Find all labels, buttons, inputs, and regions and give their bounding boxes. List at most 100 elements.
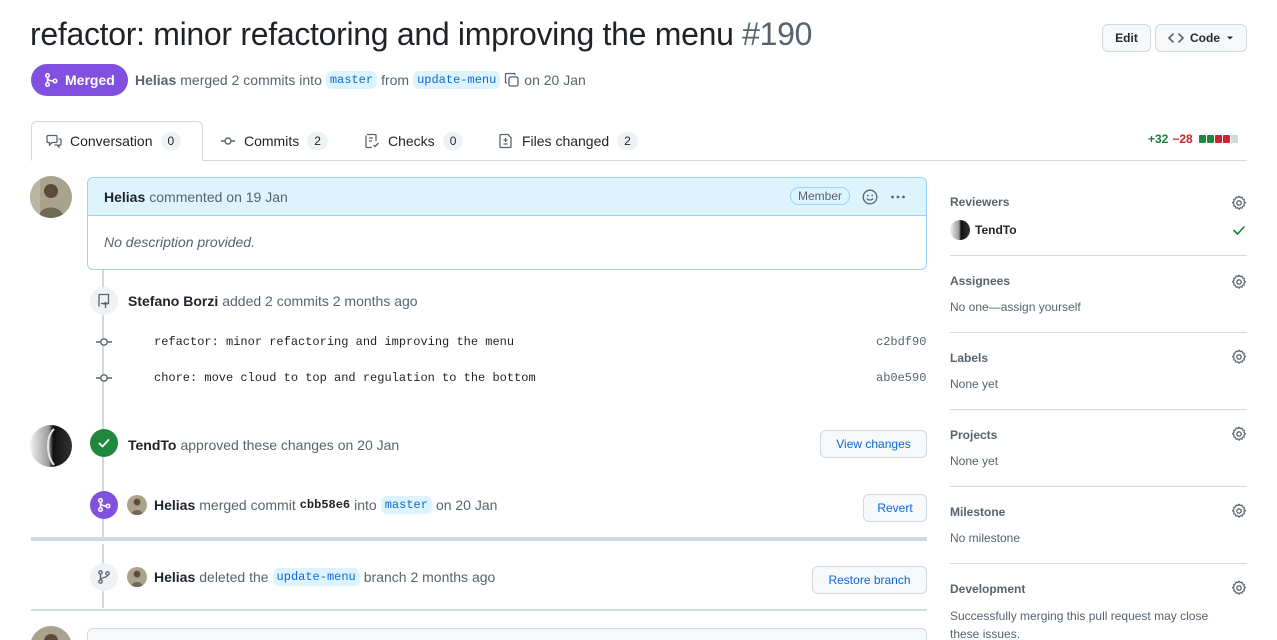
diffstat-block: [1206, 135, 1214, 143]
merged-text: merged 2 commits into: [180, 72, 322, 88]
delete-text: deleted the: [199, 569, 269, 585]
comment-body: No description provided.: [104, 234, 255, 250]
gear-icon[interactable]: [1231, 349, 1247, 365]
pr-number: #190: [742, 16, 813, 52]
commit-sha[interactable]: c2bdf90: [876, 335, 926, 349]
edit-button[interactable]: Edit: [1102, 24, 1151, 52]
tab-files-changed[interactable]: Files changed 2: [484, 121, 652, 161]
gear-icon[interactable]: [1231, 426, 1247, 442]
check-icon: [98, 439, 110, 448]
check-icon: [1233, 226, 1245, 235]
assignees-value[interactable]: No one—assign yourself: [950, 300, 1081, 314]
avatar-helias-small[interactable]: [127, 567, 147, 587]
git-merge-icon: [44, 72, 58, 88]
copy-icon[interactable]: [504, 72, 520, 88]
commits-event: Stefano Borzi added 2 commits 2 months a…: [128, 291, 418, 311]
new-comment-box: [87, 628, 927, 640]
file-diff-icon: [499, 133, 512, 149]
checklist-icon: [365, 133, 379, 149]
avatar-image: [30, 626, 72, 640]
diffstat-blocks: [1198, 135, 1238, 143]
commit-dot-icon: [96, 338, 112, 346]
sidebar-labels: Labels None yet: [950, 349, 1247, 410]
avatar-image: [30, 176, 72, 218]
merge-text: merged commit: [199, 497, 296, 513]
comment-box: Helias commented on 19 Jan Member No des…: [87, 177, 927, 270]
repo-push-icon: [98, 293, 110, 308]
approval-text: approved these changes on 20 Jan: [180, 437, 400, 453]
timeline-separator: [31, 537, 927, 541]
tab-commits[interactable]: Commits 2: [206, 121, 342, 161]
tab-commits-count: 2: [307, 132, 328, 150]
approved-badge: [90, 429, 118, 457]
avatar-helias[interactable]: [30, 626, 72, 640]
avatar-image: [127, 495, 147, 515]
tab-commits-label: Commits: [244, 133, 300, 149]
avatar-tendto-small: [950, 220, 970, 240]
branch-badge: [90, 563, 118, 591]
merge-author[interactable]: Helias: [154, 497, 195, 513]
diffstat-block: [1222, 135, 1230, 143]
view-changes-button[interactable]: View changes: [820, 430, 927, 458]
commit-message[interactable]: refactor: minor refactoring and improvin…: [154, 335, 514, 349]
pr-title-text: refactor: minor refactoring and improvin…: [30, 16, 734, 52]
restore-branch-button[interactable]: Restore branch: [812, 566, 927, 594]
gear-icon[interactable]: [1231, 503, 1247, 519]
sidebar-assignees: Assignees No one—assign yourself: [950, 272, 1247, 333]
avatar-tendto[interactable]: [30, 425, 72, 467]
tab-checks[interactable]: Checks 0: [350, 121, 477, 161]
comment-header: Helias commented on 19 Jan Member: [88, 178, 926, 216]
pr-meta: Helias merged 2 commits into master from…: [135, 70, 586, 90]
commit-sha[interactable]: ab0e590: [876, 371, 926, 385]
tab-conversation-count: 0: [160, 132, 182, 150]
sidebar-milestone: Milestone No milestone: [950, 503, 1247, 564]
base-branch[interactable]: master: [325, 71, 378, 89]
git-branch-icon: [98, 570, 110, 584]
merge-sha[interactable]: cbb58e6: [300, 498, 350, 512]
merged-badge-circle: [90, 491, 118, 519]
comment-author[interactable]: Helias: [104, 189, 145, 205]
development-value: Successfully merging this pull request m…: [950, 609, 1209, 640]
smiley-icon[interactable]: [862, 189, 878, 205]
labels-title: Labels: [950, 351, 989, 365]
diffstat-block: [1230, 135, 1238, 143]
gear-icon[interactable]: [1231, 195, 1247, 211]
repo-push-badge: [90, 287, 118, 315]
revert-button[interactable]: Revert: [863, 494, 927, 522]
status-label: Merged: [65, 72, 115, 88]
avatar-helias[interactable]: [30, 176, 72, 218]
kebab-horizontal-icon[interactable]: [890, 189, 906, 205]
diffstat-block: [1198, 135, 1206, 143]
delete-branch-event: Helias deleted the update-menu branch 2 …: [127, 567, 495, 587]
delete-author[interactable]: Helias: [154, 569, 195, 585]
tab-conversation[interactable]: Conversation 0: [31, 121, 203, 161]
code-button-label: Code: [1190, 31, 1220, 45]
diffstat-block: [1214, 135, 1222, 143]
commit-message[interactable]: chore: move cloud to top and regulation …: [154, 371, 536, 385]
pr-tabs: Conversation 0 Commits 2 Checks 0 Files …: [31, 121, 1247, 161]
head-branch[interactable]: update-menu: [413, 71, 501, 89]
sidebar-reviewers: Reviewers TendTo: [950, 193, 1247, 256]
approval-author[interactable]: TendTo: [128, 437, 176, 453]
projects-title: Projects: [950, 428, 998, 442]
code-icon: [1168, 33, 1184, 43]
reviewer-item[interactable]: TendTo: [950, 220, 1017, 240]
deleted-branch[interactable]: update-menu: [272, 568, 360, 586]
git-merge-icon: [97, 497, 111, 513]
gear-icon[interactable]: [1231, 274, 1247, 290]
avatar-image: [127, 567, 147, 587]
projects-value: None yet: [950, 454, 999, 468]
sidebar-development: Development Successfully merging this pu…: [950, 580, 1247, 640]
gear-icon[interactable]: [1231, 580, 1247, 596]
avatar-helias-small[interactable]: [127, 495, 147, 515]
merge-date: on 20 Jan: [435, 497, 498, 513]
merge-branch[interactable]: master: [380, 496, 432, 514]
delete-suffix: branch 2 months ago: [363, 569, 496, 585]
pr-author[interactable]: Helias: [135, 72, 176, 88]
reviewer-name: TendTo: [975, 223, 1017, 237]
commits-event-author[interactable]: Stefano Borzi: [128, 293, 218, 309]
git-commit-icon: [221, 137, 235, 145]
reviewers-title: Reviewers: [950, 195, 1010, 209]
code-button[interactable]: Code: [1155, 24, 1247, 52]
diffstat[interactable]: +32 −28: [1148, 132, 1238, 146]
